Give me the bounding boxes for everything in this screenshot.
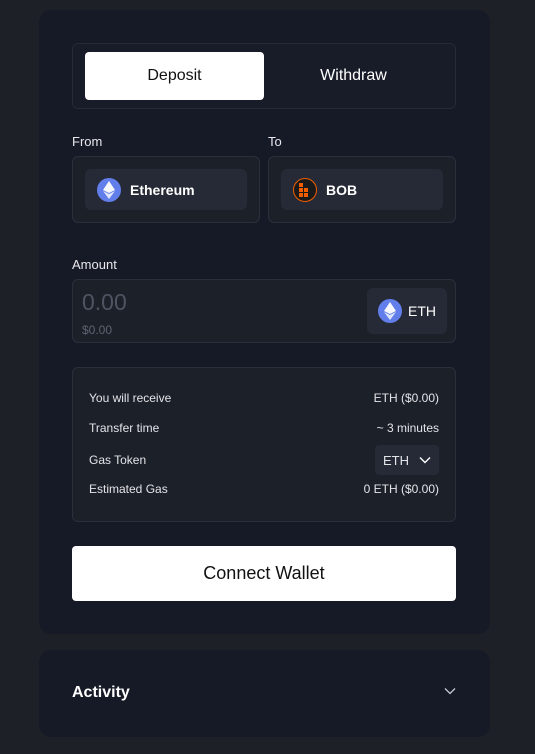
amount-label: Amount xyxy=(72,257,117,272)
bridge-card: Deposit Withdraw From To Ethereum BOB Am… xyxy=(39,10,490,634)
tab-deposit[interactable]: Deposit xyxy=(85,52,264,100)
token-symbol: ETH xyxy=(408,303,436,319)
activity-title: Activity xyxy=(72,684,130,701)
transfer-details: You will receive ETH ($0.00) Transfer ti… xyxy=(72,367,456,522)
gas-token-select[interactable]: ETH xyxy=(375,445,439,475)
from-chain-box: Ethereum xyxy=(72,156,260,223)
deposit-withdraw-tabs: Deposit Withdraw xyxy=(72,43,456,109)
amount-input[interactable]: 0.00 xyxy=(82,289,127,316)
gas-token-value: ETH xyxy=(383,452,409,468)
tab-withdraw[interactable]: Withdraw xyxy=(264,52,443,100)
to-chain-name: BOB xyxy=(326,181,358,198)
from-label: From xyxy=(72,134,103,149)
connect-wallet-button[interactable]: Connect Wallet xyxy=(72,546,456,601)
amount-usd-value: $0.00 xyxy=(82,323,113,337)
from-chain-name: Ethereum xyxy=(130,181,195,198)
estimated-gas-value: 0 ETH ($0.00) xyxy=(363,482,439,496)
gas-token-label: Gas Token xyxy=(89,453,147,467)
gas-token-row: Gas Token ETH xyxy=(89,445,439,475)
receive-row: You will receive ETH ($0.00) xyxy=(89,391,439,405)
amount-field[interactable]: 0.00 $0.00 ETH xyxy=(72,279,456,343)
token-select-button[interactable]: ETH xyxy=(367,288,447,334)
ethereum-icon xyxy=(97,177,121,202)
bob-logo-icon xyxy=(293,177,317,202)
receive-label: You will receive xyxy=(89,391,172,405)
ethereum-icon xyxy=(378,299,402,323)
transfer-time-row: Transfer time ~ 3 minutes xyxy=(89,421,439,435)
chevron-down-icon[interactable] xyxy=(444,687,456,695)
receive-value: ETH ($0.00) xyxy=(373,391,439,405)
transfer-time-label: Transfer time xyxy=(89,421,160,435)
to-label: To xyxy=(268,134,282,149)
to-chain-box: BOB xyxy=(268,156,456,223)
from-chain-select[interactable]: Ethereum xyxy=(85,169,247,210)
estimated-gas-row: Estimated Gas 0 ETH ($0.00) xyxy=(89,482,439,496)
chevron-down-icon xyxy=(419,457,431,464)
activity-panel[interactable]: Activity xyxy=(39,650,490,737)
transfer-time-value: ~ 3 minutes xyxy=(376,421,439,435)
estimated-gas-label: Estimated Gas xyxy=(89,482,168,496)
to-chain-select[interactable]: BOB xyxy=(281,169,443,210)
